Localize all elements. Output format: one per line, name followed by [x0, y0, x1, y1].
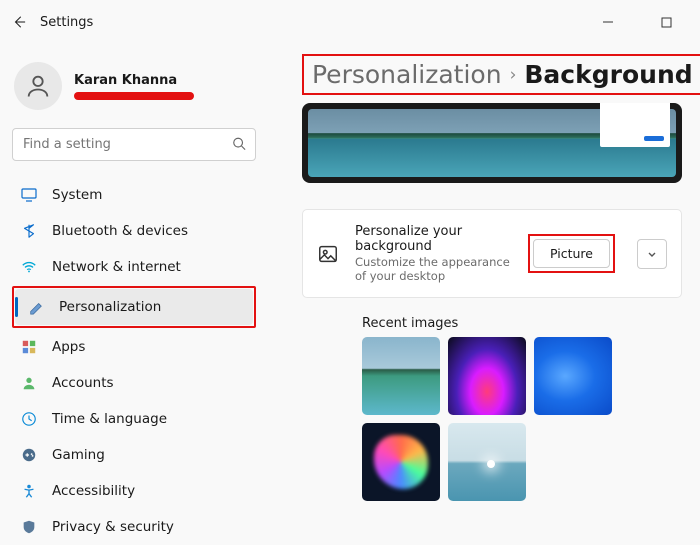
main-content: Personalization › Background Personalize… [270, 44, 700, 515]
nav-item-time[interactable]: Time & language [8, 401, 264, 437]
breadcrumb-parent[interactable]: Personalization [312, 60, 502, 89]
nav-label: Bluetooth & devices [52, 223, 188, 239]
titlebar: Settings [0, 0, 700, 44]
expand-card-button[interactable] [637, 239, 667, 269]
nav-item-accessibility[interactable]: Accessibility [8, 473, 264, 509]
nav-label: Gaming [52, 447, 105, 463]
system-icon [20, 186, 38, 204]
apps-icon [20, 338, 38, 356]
nav-label: Accounts [52, 375, 114, 391]
nav-item-apps[interactable]: Apps [8, 329, 264, 365]
user-email-redacted [74, 92, 194, 100]
setting-title: Personalize your background [355, 224, 512, 254]
nav-label: Apps [52, 339, 85, 355]
nav-item-personalization[interactable]: Personalization [15, 289, 253, 325]
preview-image [308, 109, 676, 177]
back-button[interactable] [12, 15, 26, 29]
nav-label: Accessibility [52, 483, 135, 499]
wifi-icon [20, 258, 38, 276]
recent-image-thumb[interactable] [448, 337, 526, 415]
preview-window-mock [600, 103, 670, 147]
breadcrumb-current: Background [524, 60, 692, 89]
accounts-icon [20, 374, 38, 392]
nav-label: Personalization [59, 299, 161, 315]
accessibility-icon [20, 482, 38, 500]
wallpaper-preview [302, 103, 682, 183]
picture-icon [317, 243, 339, 265]
recent-image-thumb[interactable] [448, 423, 526, 501]
breadcrumb: Personalization › Background [312, 60, 693, 89]
setting-subtitle: Customize the appearance of your desktop [355, 255, 512, 283]
recent-images-section: Recent images [302, 316, 682, 501]
highlight-dropdown: Picture [528, 234, 615, 273]
recent-image-thumb[interactable] [362, 337, 440, 415]
privacy-icon [20, 518, 38, 536]
gaming-icon [20, 446, 38, 464]
highlight-personalization: Personalization [12, 286, 256, 328]
recent-images-label: Recent images [362, 316, 682, 331]
user-block[interactable]: Karan Khanna [8, 52, 264, 124]
nav-item-accounts[interactable]: Accounts [8, 365, 264, 401]
nav-item-bluetooth[interactable]: Bluetooth & devices [8, 213, 264, 249]
highlight-breadcrumb: Personalization › Background [302, 54, 700, 95]
nav-label: System [52, 187, 102, 203]
maximize-button[interactable] [644, 8, 688, 36]
recent-image-thumb[interactable] [534, 337, 612, 415]
recent-images-grid [362, 337, 682, 501]
nav-item-gaming[interactable]: Gaming [8, 437, 264, 473]
personalization-icon [27, 298, 45, 316]
recent-image-thumb[interactable] [362, 423, 440, 501]
avatar [14, 62, 62, 110]
nav-item-privacy[interactable]: Privacy & security [8, 509, 264, 545]
sidebar: Karan Khanna System Bluetooth & devices … [0, 44, 270, 515]
nav-item-system[interactable]: System [8, 177, 264, 213]
search-icon [232, 135, 246, 154]
nav-label: Privacy & security [52, 519, 174, 535]
nav-label: Time & language [52, 411, 167, 427]
chevron-right-icon: › [510, 65, 517, 85]
personalize-background-card: Personalize your background Customize th… [302, 209, 682, 298]
nav-label: Network & internet [52, 259, 181, 275]
minimize-button[interactable] [586, 8, 630, 36]
time-icon [20, 410, 38, 428]
user-name: Karan Khanna [74, 73, 194, 88]
background-type-dropdown[interactable]: Picture [533, 239, 610, 268]
nav: System Bluetooth & devices Network & int… [8, 177, 264, 545]
nav-item-network[interactable]: Network & internet [8, 249, 264, 285]
search-input[interactable] [12, 128, 256, 161]
app-title: Settings [40, 15, 93, 30]
bluetooth-icon [20, 222, 38, 240]
